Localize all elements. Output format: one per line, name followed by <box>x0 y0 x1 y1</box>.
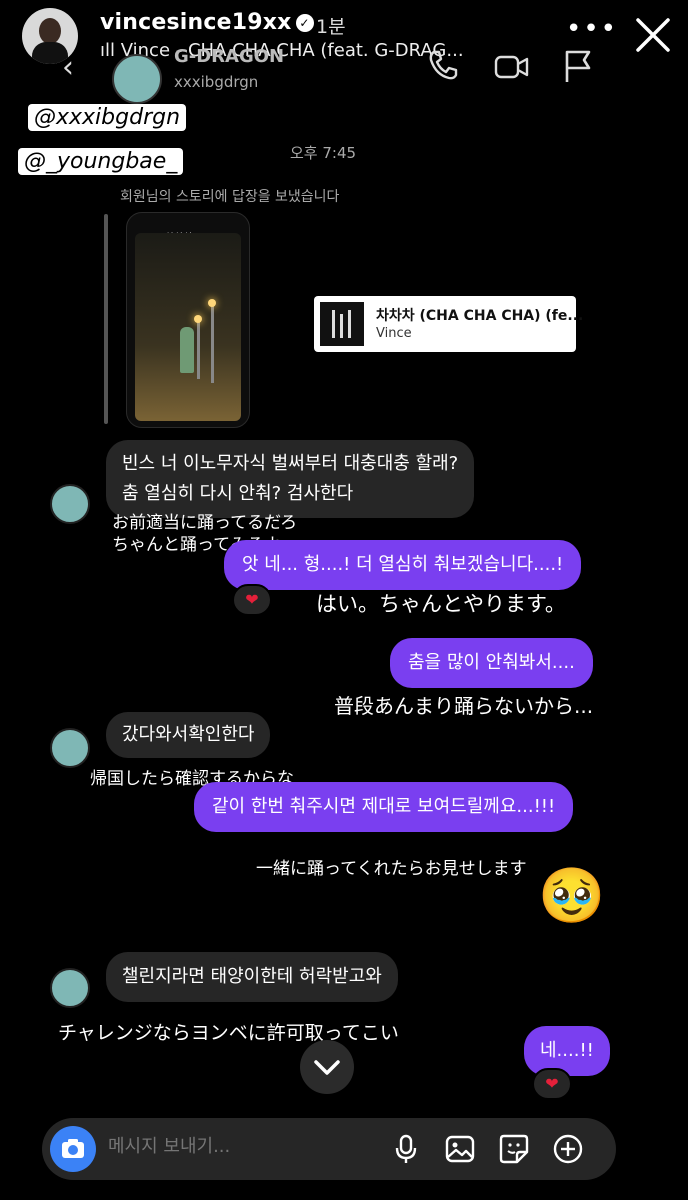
music-bars-icon: ıll <box>100 40 121 61</box>
message-bubble-outgoing[interactable]: 춤을 많이 안춰봐서.... <box>390 638 593 688</box>
sticker-icon[interactable] <box>498 1133 530 1165</box>
mention-tag[interactable]: @xxxibgdrgn <box>28 104 187 131</box>
verified-badge-icon: ✓ <box>295 14 314 32</box>
message-bubble-outgoing[interactable]: 네....!! <box>524 1026 610 1076</box>
message-input[interactable] <box>108 1136 308 1157</box>
reply-divider <box>104 214 108 424</box>
message-bubble-outgoing[interactable]: 같이 한번 춰주시면 제대로 보여드릴께요...!!! <box>194 782 574 832</box>
more-options-icon[interactable]: ••• <box>566 14 618 44</box>
translation-caption: はい。ちゃんとやります。 <box>316 592 566 616</box>
dm-contact-handle: xxxibgdrgn <box>174 73 259 91</box>
add-plus-icon[interactable] <box>552 1133 584 1165</box>
gallery-icon[interactable] <box>444 1133 476 1165</box>
scroll-to-bottom-button[interactable] <box>300 1040 354 1094</box>
dm-contact-name: G-DRAGON <box>174 46 285 67</box>
story-reply-note: 회원님의 스토리에 답장을 보냈습니다 <box>120 189 340 205</box>
message-composer <box>42 1118 616 1180</box>
replied-story-preview[interactable]: 차차차! <box>126 212 250 428</box>
message-bubble-outgoing[interactable]: 앗 네... 형....! 더 열심히 춰보겠습니다....! <box>224 540 582 590</box>
album-cover <box>320 302 364 346</box>
message-bubble-incoming[interactable]: 챌린지라면 태양이한테 허락받고와 <box>106 952 398 1002</box>
close-icon[interactable] <box>634 16 672 54</box>
heart-reaction-icon[interactable]: ❤ <box>532 1068 572 1100</box>
translation-caption: 一緒に踊ってくれたらお見せします <box>256 859 527 879</box>
phone-icon[interactable] <box>426 48 460 82</box>
sender-avatar[interactable] <box>50 968 90 1008</box>
dm-avatar[interactable] <box>112 54 162 104</box>
sender-avatar[interactable] <box>50 484 90 524</box>
heart-reaction-icon[interactable]: ❤ <box>232 584 272 616</box>
translation-caption: 普段あんまり踊らないから... <box>334 694 594 718</box>
dancer-figure <box>180 327 194 373</box>
mention-tag[interactable]: @_youngbae_ <box>18 148 184 175</box>
camera-button[interactable] <box>50 1126 96 1172</box>
chevron-down-icon <box>314 1060 340 1075</box>
chat-timestamp: 오후 7:45 <box>290 144 357 162</box>
message-bubble-incoming[interactable]: 갔다와서확인한다 <box>106 712 271 758</box>
back-icon[interactable]: ‹ <box>62 50 74 85</box>
message-bubble-incoming[interactable]: 빈스 너 이노무자식 벌써부터 대충대충 할래? 춤 열심히 다시 안춰? 검사… <box>106 440 475 518</box>
video-call-icon[interactable] <box>494 52 530 82</box>
microphone-icon[interactable] <box>390 1133 422 1165</box>
camera-icon <box>62 1139 84 1158</box>
pleading-face-emoji-icon: 🥹 <box>538 864 606 927</box>
sender-avatar[interactable] <box>50 728 90 768</box>
music-sticker-card[interactable]: 차차차 (CHA CHA CHA) (fe... Vince <box>314 296 583 352</box>
story-time: 1분 <box>316 16 346 38</box>
flag-icon[interactable] <box>562 48 594 84</box>
story-username[interactable]: vincesince19xx ✓ <box>100 10 314 35</box>
